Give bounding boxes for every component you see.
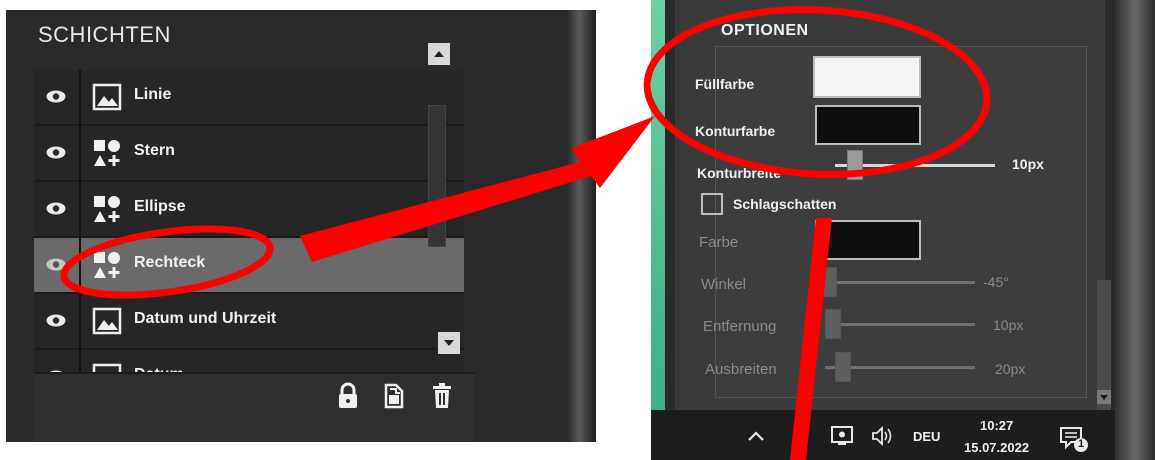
distance-slider-thumb[interactable] <box>825 309 841 339</box>
layer-row-ellipse[interactable]: Ellipse <box>34 182 464 238</box>
drop-shadow-checkbox[interactable] <box>701 193 723 215</box>
stroke-color-swatch[interactable] <box>815 105 921 145</box>
spread-label: Ausbreiten <box>705 361 777 378</box>
canvas-edge <box>651 0 665 410</box>
monitor-bezel <box>1115 0 1155 460</box>
row-divider <box>79 70 81 124</box>
monitor-bezel <box>568 10 596 442</box>
eye-icon[interactable] <box>46 314 66 327</box>
row-divider <box>79 238 81 292</box>
caret-down-icon <box>1100 395 1108 400</box>
layers-list: Linie Stern Ellipse Rechteck Datum und U… <box>34 70 464 375</box>
row-divider <box>79 294 81 348</box>
eye-icon[interactable] <box>46 202 66 215</box>
layer-label: Stern <box>134 142 175 159</box>
angle-label: Winkel <box>701 276 747 293</box>
fill-color-swatch[interactable] <box>813 56 921 98</box>
shapes-icon <box>94 252 120 278</box>
layer-row-rechteck[interactable]: Rechteck <box>34 238 464 294</box>
options-panel-photo: OPTIONEN Füllfarbe Konturfarbe Konturbre… <box>651 0 1155 460</box>
drop-shadow-label: Schlagschatten <box>733 196 837 212</box>
distance-slider[interactable] <box>825 323 975 326</box>
distance-value: 10px <box>993 317 1024 333</box>
row-divider <box>79 182 81 236</box>
shadow-color-swatch[interactable] <box>815 220 921 260</box>
angle-value: -45° <box>983 274 1009 290</box>
layer-row-stern[interactable]: Stern <box>34 126 464 182</box>
stroke-color-label: Konturfarbe <box>695 123 776 139</box>
image-icon <box>92 83 122 111</box>
notification-count-badge: 1 <box>1078 438 1085 450</box>
clock-date[interactable]: 15.07.2022 <box>964 440 1029 455</box>
input-language-indicator[interactable]: DEU <box>913 429 940 444</box>
shapes-icon <box>94 140 120 166</box>
layer-label: Ellipse <box>134 198 186 215</box>
lock-icon[interactable] <box>336 382 360 410</box>
angle-slider[interactable] <box>825 281 975 284</box>
layer-label: Datum und Uhrzeit <box>134 310 277 327</box>
layer-row-linie[interactable]: Linie <box>34 70 464 126</box>
options-panel-title: OPTIONEN <box>721 22 809 39</box>
speaker-icon[interactable] <box>871 426 897 446</box>
fill-color-label: Füllfarbe <box>695 76 755 92</box>
stroke-width-value: 10px <box>1012 156 1044 172</box>
layer-row-datum-und-uhrzeit[interactable]: Datum und Uhrzeit <box>34 294 464 350</box>
layers-panel-photo: SCHICHTEN Linie Stern Ellipse Rechteck D… <box>6 10 596 442</box>
clock-time[interactable]: 10:27 <box>980 418 1013 433</box>
trash-icon[interactable] <box>430 382 454 410</box>
eye-icon[interactable] <box>46 146 66 159</box>
spread-value: 20px <box>995 361 1026 377</box>
duplicate-icon[interactable] <box>382 382 406 410</box>
image-icon <box>92 307 122 335</box>
eye-icon[interactable] <box>46 90 66 103</box>
eye-icon[interactable] <box>46 258 66 271</box>
layers-scrollbar[interactable] <box>428 105 446 247</box>
chevron-up-icon[interactable] <box>747 430 765 442</box>
layers-panel: SCHICHTEN Linie Stern Ellipse Rechteck D… <box>6 10 571 442</box>
spread-slider-thumb[interactable] <box>835 352 851 382</box>
caret-down-icon <box>444 340 454 346</box>
angle-slider-thumb[interactable] <box>821 267 837 297</box>
layer-label: Linie <box>134 86 172 103</box>
caret-up-icon <box>434 51 444 57</box>
taskbar: DEU 10:27 15.07.2022 1 <box>651 410 1155 460</box>
layers-toolbar <box>34 372 474 442</box>
layers-panel-title: SCHICHTEN <box>38 22 171 47</box>
scroll-up-button[interactable] <box>428 43 450 65</box>
options-panel: OPTIONEN Füllfarbe Konturfarbe Konturbre… <box>675 0 1105 410</box>
stroke-width-label: Konturbreite <box>697 165 781 181</box>
shadow-color-label: Farbe <box>699 234 739 251</box>
stroke-width-slider-thumb[interactable] <box>847 150 863 180</box>
layer-label: Rechteck <box>134 254 206 271</box>
screen-capture-icon[interactable] <box>831 426 853 446</box>
row-divider <box>79 126 81 180</box>
notification-center-icon[interactable] <box>1059 426 1089 454</box>
distance-label: Entfernung <box>703 318 777 335</box>
shapes-icon <box>94 196 120 222</box>
scroll-down-button[interactable] <box>438 332 460 354</box>
options-scroll-down-button[interactable] <box>1097 390 1111 404</box>
